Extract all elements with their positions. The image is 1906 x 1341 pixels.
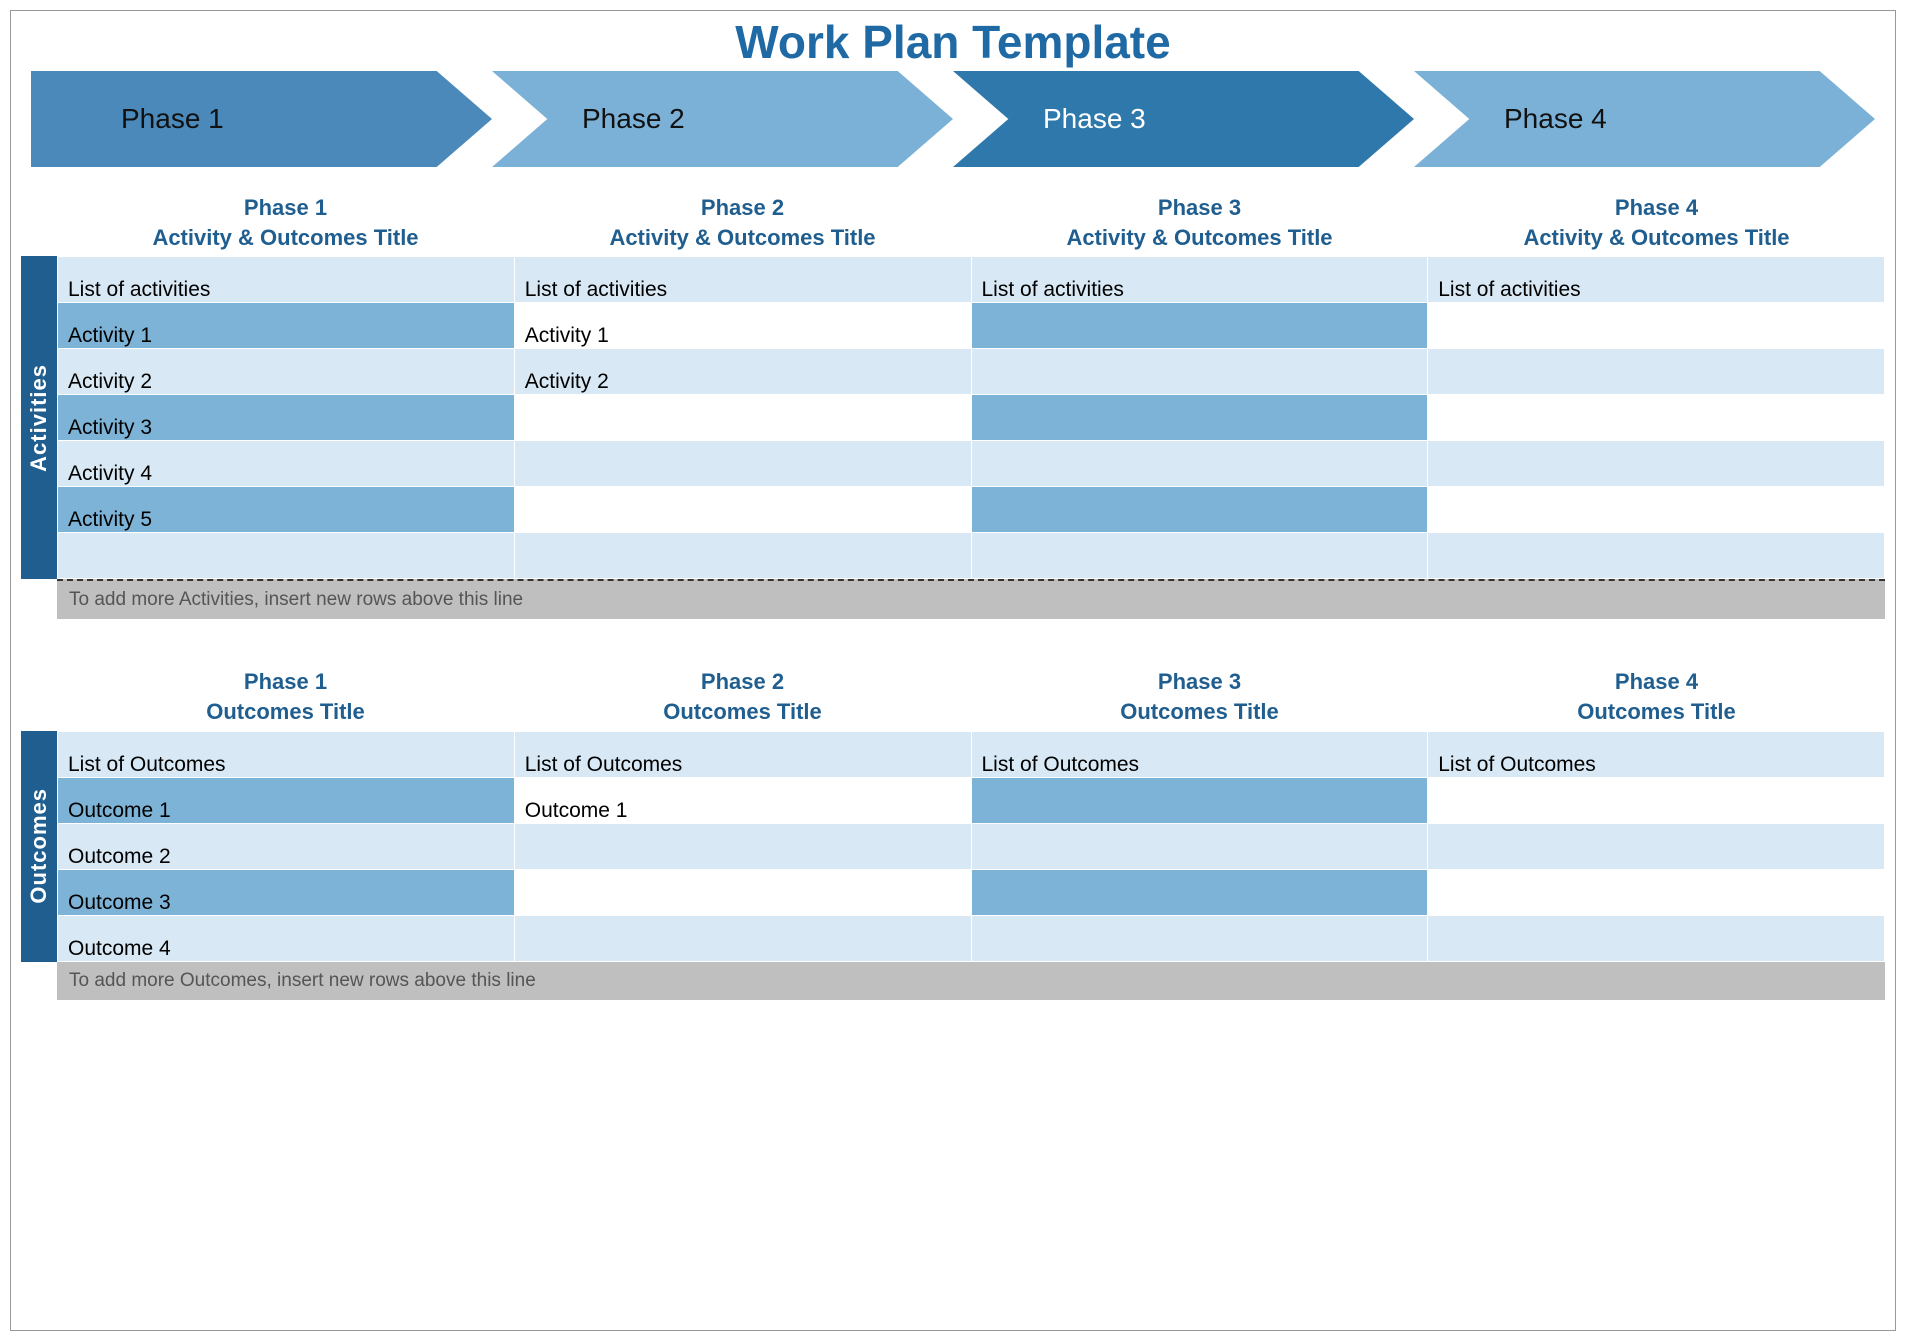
table-row <box>58 533 1885 579</box>
cell[interactable]: Activity 2 <box>514 349 971 395</box>
table-row: Outcome 2 <box>58 823 1885 869</box>
cell[interactable]: Activity 5 <box>58 487 515 533</box>
cell[interactable] <box>1428 349 1885 395</box>
cell[interactable] <box>971 487 1428 533</box>
cell[interactable]: List of activities <box>1428 257 1885 303</box>
cell[interactable]: List of activities <box>514 257 971 303</box>
outcomes-note: To add more Outcomes, insert new rows ab… <box>57 962 1885 1000</box>
phase-arrow-2-label: Phase 2 <box>492 103 685 135</box>
outcomes-section: Outcomes List of OutcomesList of Outcome… <box>21 731 1885 962</box>
activities-header-p1: Phase 1Activity & Outcomes Title <box>57 185 514 256</box>
cell[interactable] <box>971 869 1428 915</box>
phase-arrow-4-label: Phase 4 <box>1414 103 1607 135</box>
activities-note: To add more Activities, insert new rows … <box>57 579 1885 619</box>
table-row: Activity 1Activity 1 <box>58 303 1885 349</box>
cell[interactable] <box>1428 823 1885 869</box>
outcomes-header-p3: Phase 3Outcomes Title <box>971 659 1428 730</box>
activities-side-label: Activities <box>21 256 57 579</box>
cell[interactable] <box>971 395 1428 441</box>
phase-arrow-3-label: Phase 3 <box>953 103 1146 135</box>
cell[interactable]: List of Outcomes <box>58 731 515 777</box>
cell[interactable] <box>514 487 971 533</box>
phase-arrow-4: Phase 4 <box>1414 71 1875 167</box>
table-row: List of activitiesList of activitiesList… <box>58 257 1885 303</box>
outcomes-header-p1: Phase 1Outcomes Title <box>57 659 514 730</box>
cell[interactable] <box>971 441 1428 487</box>
cell[interactable] <box>1428 777 1885 823</box>
cell[interactable]: Activity 3 <box>58 395 515 441</box>
cell[interactable] <box>1428 869 1885 915</box>
cell[interactable] <box>514 395 971 441</box>
table-row: Outcome 4 <box>58 915 1885 961</box>
cell[interactable]: List of Outcomes <box>514 731 971 777</box>
cell[interactable]: List of activities <box>58 257 515 303</box>
cell[interactable]: Outcome 2 <box>58 823 515 869</box>
activities-header-p2: Phase 2Activity & Outcomes Title <box>514 185 971 256</box>
table-row: Activity 3 <box>58 395 1885 441</box>
cell[interactable] <box>1428 487 1885 533</box>
cell[interactable] <box>1428 303 1885 349</box>
phase-arrow-1: Phase 1 <box>31 71 492 167</box>
table-row: List of OutcomesList of OutcomesList of … <box>58 731 1885 777</box>
cell[interactable]: Outcome 1 <box>58 777 515 823</box>
phase-arrow-1-label: Phase 1 <box>31 103 224 135</box>
activities-header-p3: Phase 3Activity & Outcomes Title <box>971 185 1428 256</box>
table-row: Activity 5 <box>58 487 1885 533</box>
table-row: Outcome 3 <box>58 869 1885 915</box>
outcomes-header-p4: Phase 4Outcomes Title <box>1428 659 1885 730</box>
cell[interactable] <box>971 777 1428 823</box>
cell[interactable]: Outcome 4 <box>58 915 515 961</box>
cell[interactable] <box>514 915 971 961</box>
phase-arrow-2: Phase 2 <box>492 71 953 167</box>
cell[interactable] <box>971 303 1428 349</box>
activities-header-p4: Phase 4Activity & Outcomes Title <box>1428 185 1885 256</box>
cell[interactable] <box>514 823 971 869</box>
cell[interactable] <box>971 823 1428 869</box>
cell[interactable] <box>1428 441 1885 487</box>
outcomes-headers: Phase 1Outcomes Title Phase 2Outcomes Ti… <box>57 659 1885 730</box>
cell[interactable]: Activity 4 <box>58 441 515 487</box>
cell[interactable] <box>514 533 971 579</box>
cell[interactable] <box>971 915 1428 961</box>
phase-arrow-3: Phase 3 <box>953 71 1414 167</box>
table-row: Outcome 1Outcome 1 <box>58 777 1885 823</box>
cell[interactable] <box>1428 533 1885 579</box>
cell[interactable]: Activity 1 <box>514 303 971 349</box>
cell[interactable]: List of Outcomes <box>1428 731 1885 777</box>
cell[interactable]: Activity 2 <box>58 349 515 395</box>
outcomes-header-p2: Phase 2Outcomes Title <box>514 659 971 730</box>
table-row: Activity 4 <box>58 441 1885 487</box>
activities-section: Activities List of activitiesList of act… <box>21 256 1885 579</box>
cell[interactable] <box>514 441 971 487</box>
outcomes-table: List of OutcomesList of OutcomesList of … <box>57 731 1885 962</box>
activities-headers: Phase 1Activity & Outcomes Title Phase 2… <box>57 185 1885 256</box>
phase-arrows-row: Phase 1 Phase 2 Phase 3 Phase 4 <box>11 71 1895 185</box>
page-title: Work Plan Template <box>11 11 1895 71</box>
cell[interactable] <box>1428 395 1885 441</box>
cell[interactable] <box>58 533 515 579</box>
cell[interactable] <box>971 533 1428 579</box>
cell[interactable] <box>1428 915 1885 961</box>
cell[interactable] <box>971 349 1428 395</box>
cell[interactable] <box>514 869 971 915</box>
cell[interactable]: Activity 1 <box>58 303 515 349</box>
cell[interactable]: List of Outcomes <box>971 731 1428 777</box>
table-row: Activity 2Activity 2 <box>58 349 1885 395</box>
template-page: Work Plan Template Phase 1 Phase 2 Phase… <box>10 10 1896 1331</box>
outcomes-side-label: Outcomes <box>21 731 57 962</box>
cell[interactable]: Outcome 3 <box>58 869 515 915</box>
cell[interactable]: List of activities <box>971 257 1428 303</box>
cell[interactable]: Outcome 1 <box>514 777 971 823</box>
activities-table: List of activitiesList of activitiesList… <box>57 256 1885 579</box>
